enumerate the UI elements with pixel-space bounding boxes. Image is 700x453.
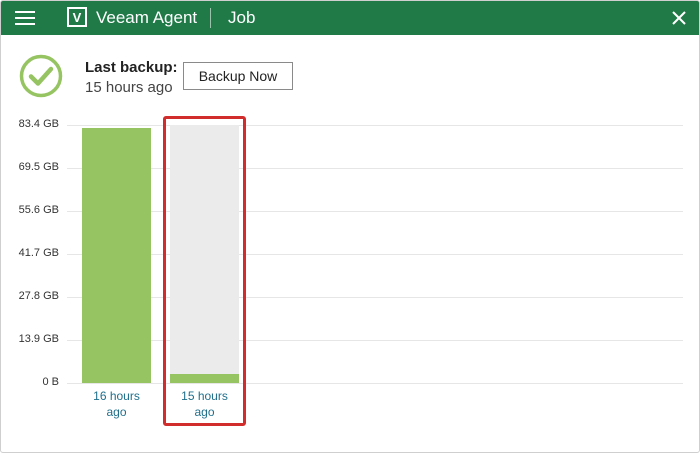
y-gridline (67, 297, 683, 298)
x-tick-label[interactable]: 16 hours ago (77, 388, 157, 420)
y-tick-label: 83.4 GB (18, 118, 59, 130)
y-gridline (67, 340, 683, 341)
hamburger-menu-icon[interactable] (15, 10, 37, 26)
y-tick-label: 27.8 GB (18, 290, 59, 302)
x-tick-label-line: ago (106, 405, 127, 419)
y-gridline (67, 211, 683, 212)
bar-0[interactable] (82, 128, 151, 383)
veeam-logo-icon: V (67, 7, 87, 27)
last-backup-label: Last backup: (85, 59, 178, 76)
y-tick-label: 69.5 GB (18, 161, 59, 173)
y-gridline (67, 383, 683, 384)
y-gridline (67, 254, 683, 255)
veeam-agent-window: V Veeam Agent Job Last backup: 15 hours … (0, 0, 700, 453)
x-tick-label-line: 16 hours (93, 389, 140, 403)
title-bar: V Veeam Agent Job (1, 1, 699, 35)
y-tick-label: 55.6 GB (18, 204, 59, 216)
y-gridline (67, 125, 683, 126)
y-tick-label: 0 B (42, 376, 59, 388)
section-title: Job (228, 8, 256, 27)
y-gridline (67, 168, 683, 169)
check-circle-icon (19, 54, 63, 98)
last-backup-time: 15 hours ago (85, 79, 173, 96)
backup-now-button[interactable]: Backup Now (183, 62, 293, 90)
y-tick-label: 13.9 GB (18, 333, 59, 345)
title-separator (210, 8, 211, 28)
app-title: Veeam Agent (96, 8, 198, 27)
svg-text:V: V (73, 10, 82, 25)
y-tick-label: 41.7 GB (18, 247, 59, 259)
close-icon[interactable] (670, 9, 688, 27)
highlight-box (163, 116, 246, 426)
